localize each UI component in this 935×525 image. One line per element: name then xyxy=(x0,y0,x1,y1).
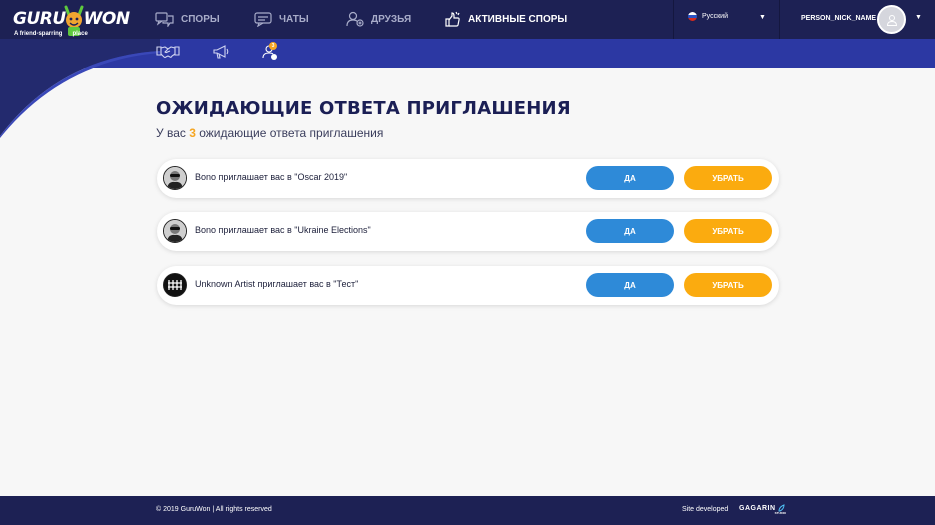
nav-separator xyxy=(779,0,780,39)
invitation-text: Bono приглашает вас в "Oscar 2019" xyxy=(195,172,348,182)
russia-flag-icon xyxy=(688,12,697,21)
header-swoosh xyxy=(0,39,160,138)
pending-count: 3 xyxy=(189,126,196,140)
user-icon xyxy=(886,14,897,26)
accept-button[interactable]: Да xyxy=(586,219,674,243)
nav-item-chats[interactable]: Чаты xyxy=(254,10,309,28)
friends-icon xyxy=(346,11,364,27)
nav-item-debates[interactable]: Споры xyxy=(155,10,220,28)
gagarin-studio-logo[interactable]: GAGARIN STUDIO xyxy=(739,504,786,515)
bono-avatar xyxy=(163,219,187,243)
unknown-artist-avatar-icon xyxy=(164,274,186,296)
studio-name: GAGARIN xyxy=(739,504,776,512)
nav-item-friends[interactable]: Друзья xyxy=(346,10,411,28)
nav-label: Споры xyxy=(181,13,220,25)
page-title: Ожидающие ответа приглашения xyxy=(156,98,571,119)
unknown-artist-avatar xyxy=(163,273,187,297)
invitation-card: Bono приглашает вас в "Oscar 2019" Да Уб… xyxy=(157,159,779,198)
accept-button[interactable]: Да xyxy=(586,166,674,190)
chat-icon xyxy=(254,11,272,27)
nav-label: Активные споры xyxy=(468,13,568,25)
logo-tagline: A friend-sparring xyxy=(14,31,63,37)
pending-summary: У вас 3 ожидающие ответа приглашения xyxy=(156,126,383,140)
copyright-text: © 2019 GuruWon | All rights reserved xyxy=(156,506,272,513)
remove-button[interactable]: Убрать xyxy=(684,273,772,297)
invitations-count-badge: 3 xyxy=(269,42,277,50)
bono-avatar xyxy=(163,166,187,190)
logo-text-guru: GURU xyxy=(13,9,66,29)
remove-button[interactable]: Убрать xyxy=(684,219,772,243)
guruwon-logo[interactable]: GURU WON A friend-sparring place xyxy=(13,5,130,41)
active-debates-icon xyxy=(445,11,460,27)
language-selector[interactable]: Русский xyxy=(688,12,728,21)
logo-tagline-place: place xyxy=(72,31,88,37)
user-nickname[interactable]: PERSON_NICK_NAME xyxy=(801,15,876,22)
user-menu-chevron-down-icon[interactable]: ▼ xyxy=(915,14,922,21)
notification-dot xyxy=(271,54,277,60)
megaphone-icon[interactable] xyxy=(213,44,229,59)
nav-separator xyxy=(673,0,674,39)
handshake-icon[interactable] xyxy=(156,44,180,59)
nav-item-active-debates[interactable]: Активные споры xyxy=(444,10,567,28)
nav-label: Чаты xyxy=(279,13,309,25)
invitation-text: Bono приглашает вас в "Ukraine Elections… xyxy=(195,225,371,235)
summary-suffix: ожидающие ответа приглашения xyxy=(195,126,384,140)
language-label: Русский xyxy=(702,13,728,20)
logo-text-won: WON xyxy=(83,9,130,29)
invitation-card: Unknown Artist приглашает вас в "Тест" Д… xyxy=(157,266,779,305)
bono-avatar-icon xyxy=(164,220,186,242)
summary-prefix: У вас xyxy=(156,126,190,140)
nav-label: Друзья xyxy=(371,13,412,25)
bono-avatar-icon xyxy=(164,167,186,189)
footer: © 2019 GuruWon | All rights reserved Sit… xyxy=(0,496,935,525)
invitation-text: Unknown Artist приглашает вас в "Тест" xyxy=(195,279,359,289)
debates-icon xyxy=(155,11,174,27)
user-avatar[interactable] xyxy=(877,5,906,34)
invitation-card: Bono приглашает вас в "Ukraine Elections… xyxy=(157,212,779,251)
language-chevron-down-icon[interactable]: ▼ xyxy=(759,14,766,21)
remove-button[interactable]: Убрать xyxy=(684,166,772,190)
site-developed-text: Site developed xyxy=(682,506,729,513)
accept-button[interactable]: Да xyxy=(586,273,674,297)
